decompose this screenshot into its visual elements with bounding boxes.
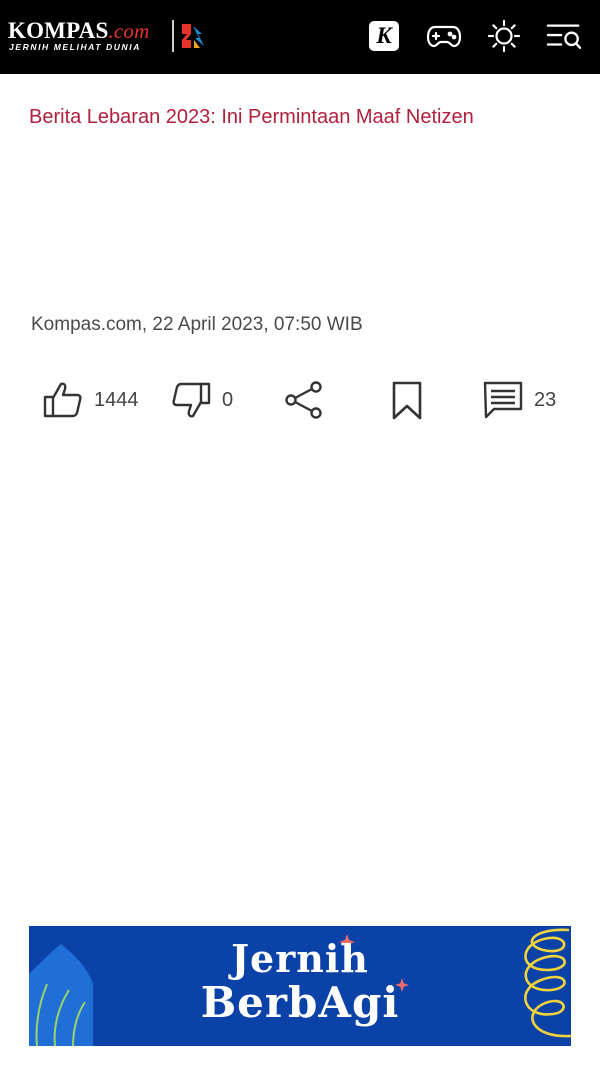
article-meta: Kompas.com, 22 April 2023, 07:50 WIB: [31, 314, 363, 335]
gamepad-icon[interactable]: [426, 18, 462, 54]
logo-divider: [172, 20, 174, 52]
kompas-anniversary-mark-icon: [182, 24, 204, 48]
top-navigation-bar: KOMPAS.com JERNIH MELIHAT DUNIA K: [0, 0, 600, 74]
like-button[interactable]: 1444: [42, 376, 139, 424]
article-actions-bar: 1444 0 23: [0, 376, 600, 424]
kompas-logo[interactable]: KOMPAS.com JERNIH MELIHAT DUNIA: [8, 14, 208, 58]
banner-title-line1: Jernih: [231, 936, 369, 981]
bookmark-button[interactable]: [390, 376, 424, 424]
comment-icon: [483, 381, 523, 419]
dislike-button[interactable]: 0: [170, 376, 233, 424]
comment-count: 23: [534, 388, 557, 411]
article-headline-link[interactable]: Berita Lebaran 2023: Ini Permintaan Maaf…: [29, 104, 574, 130]
logo-word: KOMPAS: [8, 18, 109, 43]
dislike-count: 0: [222, 388, 234, 411]
kompas-k-icon[interactable]: K: [366, 18, 402, 54]
logo-dotcom: .com: [108, 19, 150, 43]
sun-icon[interactable]: [486, 18, 522, 54]
comment-button[interactable]: 23: [482, 376, 556, 424]
jernih-berbagi-banner[interactable]: Jernih BerbAgi: [29, 926, 571, 1046]
kompas-k-label: K: [369, 21, 399, 51]
menu-search-icon[interactable]: [546, 18, 582, 54]
share-button[interactable]: [284, 376, 324, 424]
share-icon: [285, 381, 322, 419]
thumbs-down-icon: [172, 382, 211, 418]
like-count: 1444: [94, 388, 139, 411]
banner-title-line2: BerbAgi: [200, 978, 400, 1027]
logo-wordmark: KOMPAS.com: [8, 18, 149, 44]
thumbs-up-icon: [43, 382, 82, 418]
bookmark-icon: [392, 381, 422, 420]
logo-tagline: JERNIH MELIHAT DUNIA: [9, 42, 141, 52]
